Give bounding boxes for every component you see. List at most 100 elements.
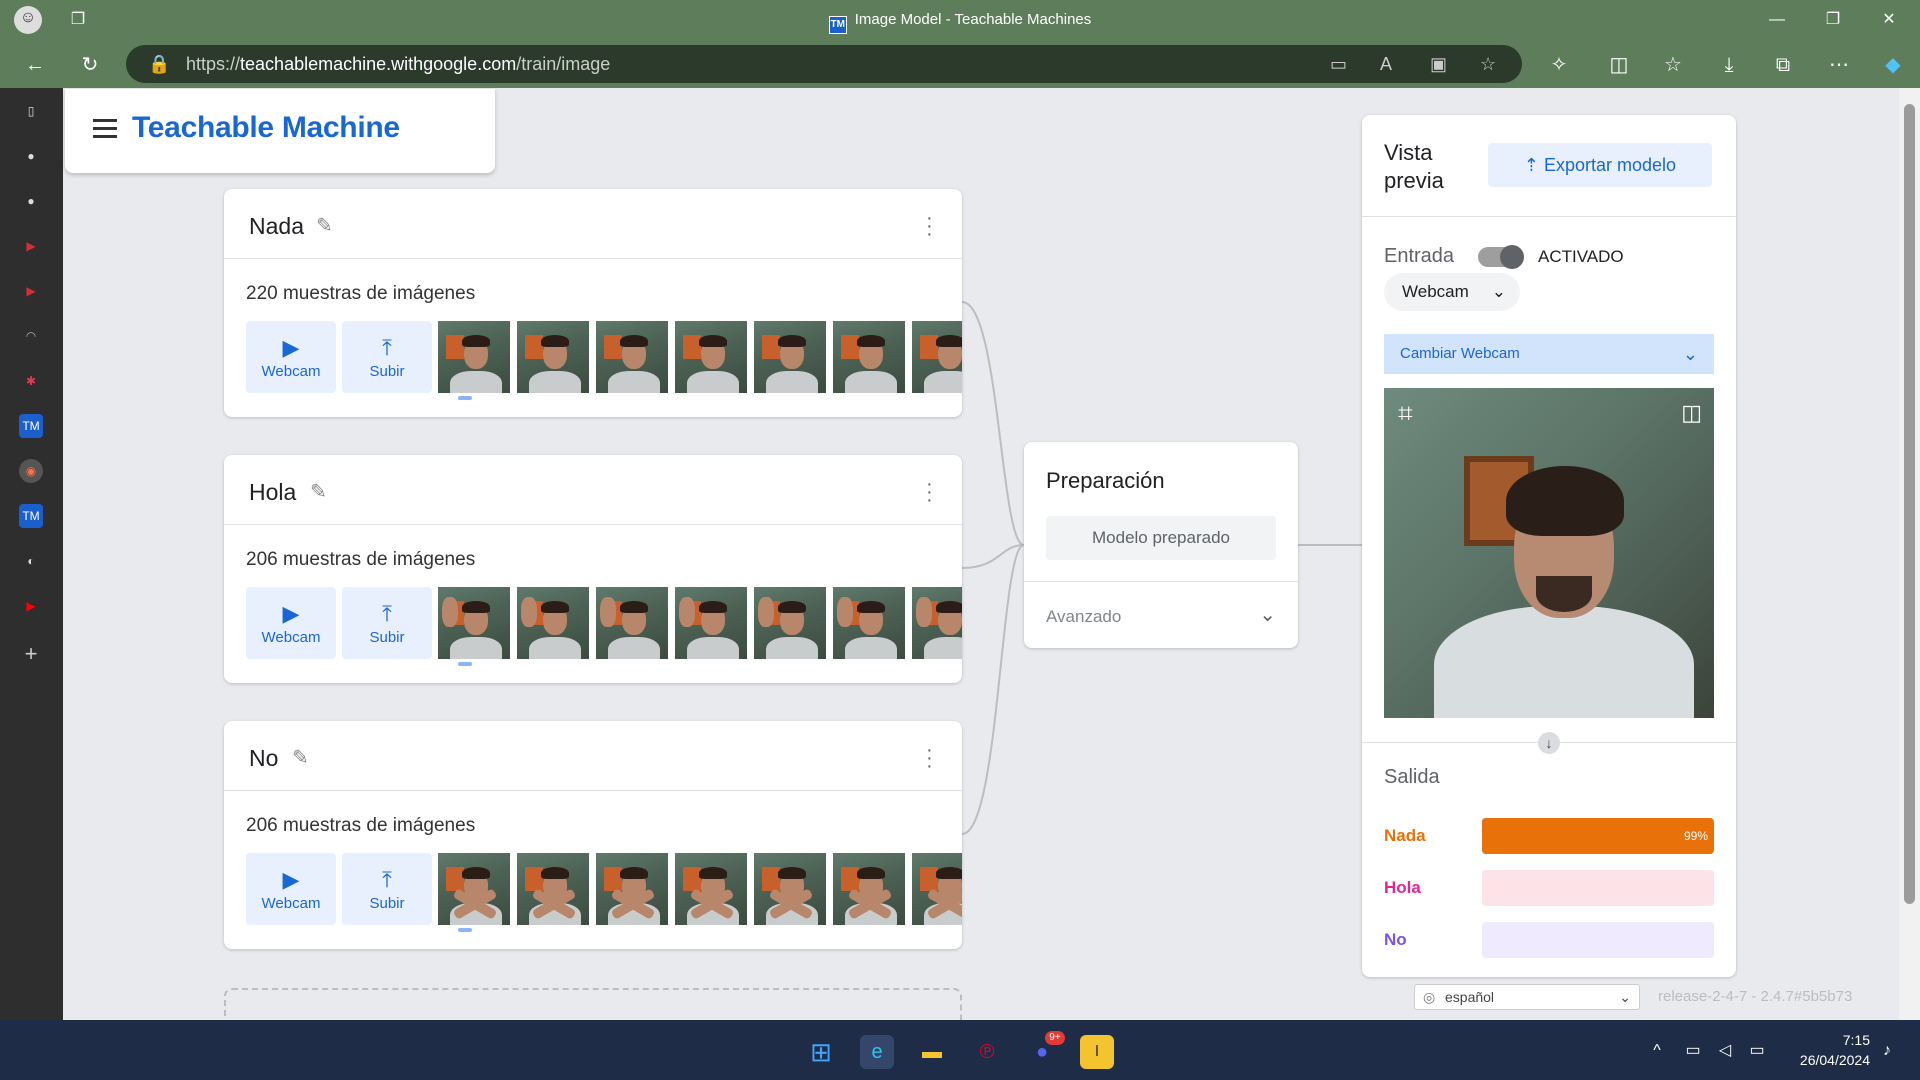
app-icon[interactable]: I [1080,1035,1114,1069]
webcam-button-label: Webcam [261,895,321,912]
sample-image[interactable] [438,587,510,659]
export-model-label: Exportar modelo [1544,155,1677,175]
sample-image[interactable] [754,587,826,659]
sample-thumbnails[interactable] [438,587,962,659]
sample-thumbnails[interactable] [438,853,962,925]
crop-icon[interactable]: ⌗ [1398,398,1413,430]
webcam-button[interactable]: ▶ Webcam [246,853,336,925]
sample-image[interactable] [754,853,826,925]
sample-image[interactable] [596,321,668,393]
class-card: Hola ✎ · · · 206 muestras de imágenes ▶ Web… [224,455,962,683]
class-name[interactable]: Hola [249,479,296,506]
network-icon[interactable]: ▭ [1676,1034,1710,1068]
upload-button[interactable]: ⤒ Subir [342,853,432,925]
input-source-select[interactable]: Webcam ⌄ [1384,273,1520,311]
file-explorer-icon[interactable]: ▬ [915,1035,949,1069]
divider [1024,581,1298,582]
sample-image[interactable] [675,587,747,659]
divider [1362,216,1736,217]
upload-button-label: Subir [369,629,405,646]
confidence-bar [1482,870,1714,906]
discord-icon[interactable]: ● 9+ [1025,1031,1065,1069]
pinterest-icon[interactable]: ℗ [970,1035,1004,1069]
sample-image[interactable] [912,321,962,393]
upload-button[interactable]: ⤒ Subir [342,321,432,393]
thumbnail-scrollbar[interactable] [438,927,962,933]
globe-icon: ◎ [1423,989,1436,1005]
upload-icon: ⤒ [382,601,392,626]
input-source-value: Webcam [1402,282,1469,301]
input-label: Entrada [1384,245,1455,267]
webcam-feed: ⌗ ◫ [1384,388,1714,718]
class-card-header: Hola ✎ · · · [224,455,962,525]
edit-pencil-icon[interactable]: ✎ [292,745,309,770]
sample-image[interactable] [438,321,510,393]
sample-image[interactable] [675,321,747,393]
system-clock[interactable]: 7:15 26/04/2024 [1780,1030,1870,1070]
taskbar [0,1020,1920,1080]
video-camera-icon: ▶ [282,601,300,626]
webcam-button-label: Webcam [261,629,321,646]
confidence-bar: 99% [1482,818,1714,854]
more-options-icon[interactable]: · · · [926,208,933,244]
train-model-button[interactable]: Modelo preparado [1046,516,1276,560]
confidence-bar [1482,922,1714,958]
toggle-state-label: ACTIVADO [1538,247,1624,266]
sample-image[interactable] [833,321,905,393]
sample-image[interactable] [912,587,962,659]
sample-image[interactable] [517,321,589,393]
class-name[interactable]: Nada [249,213,304,240]
sample-image[interactable] [912,853,962,925]
change-webcam-dropdown[interactable]: Cambiar Webcam ⌄ [1384,334,1714,374]
advanced-toggle-label[interactable]: Avanzado [1046,607,1121,627]
notification-badge: 9+ [1045,1031,1065,1045]
battery-icon[interactable]: ▭ [1740,1034,1774,1068]
upload-button-label: Subir [369,363,405,380]
sample-image[interactable] [675,853,747,925]
sample-thumbnails[interactable] [438,321,962,393]
video-camera-icon: ▶ [282,335,300,360]
volume-icon[interactable]: ◁ [1708,1034,1742,1068]
clock-time: 7:15 [1842,1032,1870,1048]
chevron-down-icon: ⌄ [1682,344,1698,364]
app-header: Teachable Machine [65,89,495,173]
more-options-icon[interactable]: · · · [926,474,933,510]
edge-icon[interactable]: e [860,1035,894,1069]
notifications-bell-icon[interactable]: ♪ [1870,1034,1904,1068]
chevron-up-icon[interactable]: ^ [1640,1034,1674,1068]
edit-pencil-icon[interactable]: ✎ [310,479,327,504]
sample-count: 206 muestras de imágenes [246,549,476,570]
sample-image[interactable] [517,587,589,659]
sample-image[interactable] [833,587,905,659]
sample-image[interactable] [596,587,668,659]
class-card-header: Nada ✎ · · · [224,189,962,259]
sample-image[interactable] [596,853,668,925]
language-select[interactable]: ◎ español ⌄ [1414,984,1640,1010]
preview-title: Vista previa [1384,140,1444,193]
sample-image[interactable] [438,853,510,925]
upload-arrow-icon: ⇡ [1523,155,1544,175]
windows-start-icon[interactable]: ⊞ [804,1035,838,1069]
preview-panel: Vista previa ⇡ Exportar modelo Entrada A… [1362,115,1736,977]
flip-icon[interactable]: ◫ [1681,400,1702,426]
export-model-button[interactable]: ⇡ Exportar modelo [1488,143,1712,187]
menu-icon[interactable] [93,119,117,139]
input-toggle[interactable] [1478,245,1524,269]
sample-image[interactable] [833,853,905,925]
webcam-button[interactable]: ▶ Webcam [246,321,336,393]
training-title: Preparación [1046,468,1165,493]
video-camera-icon: ▶ [282,867,300,892]
more-options-icon[interactable]: · · · [926,740,933,776]
upload-button[interactable]: ⤒ Subir [342,587,432,659]
arrow-down-icon: ↓ [1538,732,1560,754]
webcam-button[interactable]: ▶ Webcam [246,587,336,659]
edit-pencil-icon[interactable]: ✎ [316,213,333,238]
chevron-down-icon[interactable]: ⌄ [1259,602,1276,627]
sample-image[interactable] [517,853,589,925]
sample-count: 220 muestras de imágenes [246,283,476,304]
class-name[interactable]: No [249,745,278,772]
thumbnail-scrollbar[interactable] [438,661,962,667]
sample-image[interactable] [754,321,826,393]
thumbnail-scrollbar[interactable] [438,395,962,401]
app-logo[interactable]: Teachable Machine [132,111,400,145]
